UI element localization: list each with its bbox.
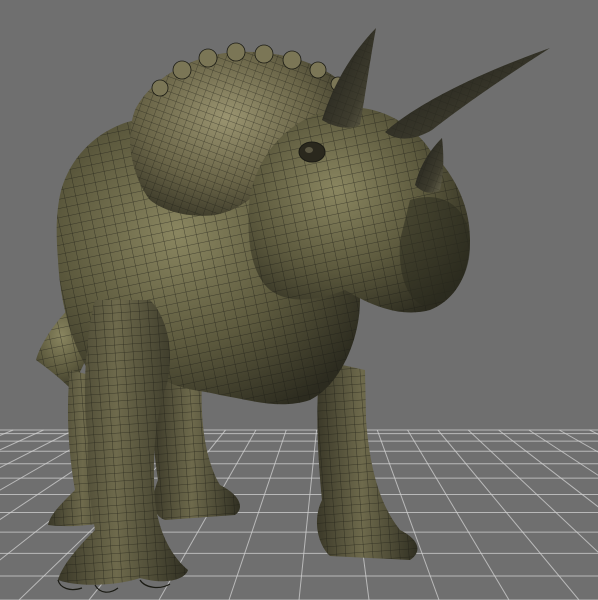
brow-horn-left: [385, 48, 550, 139]
viewport-canvas[interactable]: [0, 0, 598, 600]
grid-line: [558, 429, 598, 453]
3d-viewport[interactable]: [0, 0, 598, 600]
grid-line: [298, 429, 318, 600]
grid-line: [498, 429, 598, 508]
grid-line: [467, 429, 598, 553]
front-leg-right: [316, 360, 418, 560]
grid-line: [589, 429, 598, 435]
grid-line: [528, 429, 598, 476]
grid-line: [407, 429, 510, 600]
head: [248, 107, 470, 313]
grid-line: [437, 429, 580, 600]
grid-line: [228, 429, 287, 600]
triceratops-wireframe-model-icon[interactable]: [36, 28, 550, 593]
